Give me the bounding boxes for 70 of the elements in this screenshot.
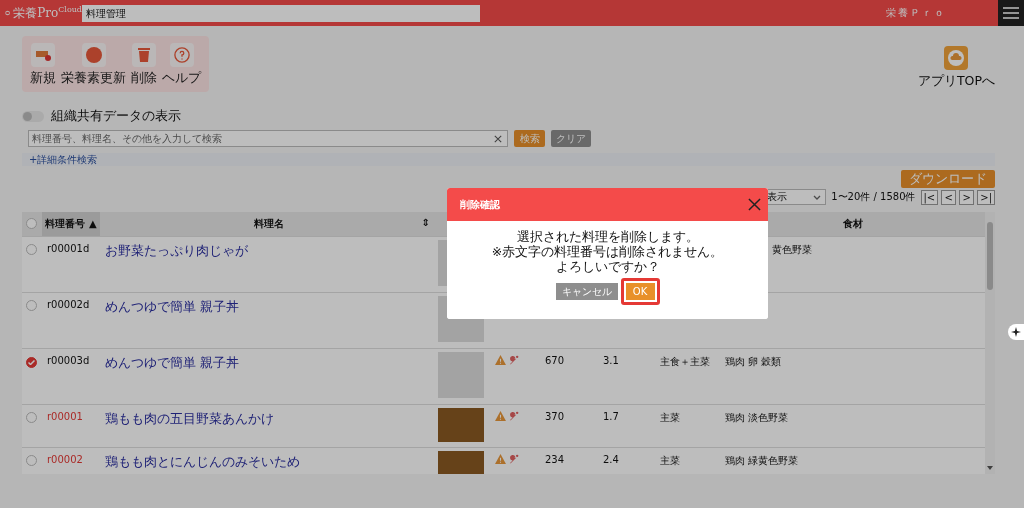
dish-name-link[interactable]: めんつゆで簡単 親子丼 bbox=[105, 355, 239, 370]
dish-name-link[interactable]: お野菜たっぷり肉じゃが bbox=[105, 243, 248, 258]
share-toggle[interactable] bbox=[22, 111, 44, 122]
breadcrumb-field: 料理管理 bbox=[82, 4, 480, 22]
toggle-label: 組織共有データの表示 bbox=[51, 108, 181, 125]
ai-assistant-tab[interactable] bbox=[1008, 324, 1024, 340]
table-cell: 鶏肉 卵 穀類 bbox=[725, 356, 782, 367]
row-checkbox[interactable] bbox=[26, 244, 37, 255]
scrollbar[interactable] bbox=[985, 212, 995, 474]
row-checkbox[interactable] bbox=[26, 300, 37, 311]
user-name: 栄養Ｐｒｏ bbox=[886, 6, 946, 20]
dish-id: r00002d bbox=[47, 299, 90, 310]
sort-icon[interactable]: ⇕ bbox=[421, 217, 430, 228]
dish-id: r00001 bbox=[47, 411, 83, 422]
page-button[interactable]: < bbox=[941, 189, 957, 205]
menu-icon bbox=[1003, 7, 1019, 19]
advanced-search-link[interactable]: +詳細条件検索 bbox=[29, 152, 98, 167]
table-cell: 鶏肉 緑黄色野菜 bbox=[725, 455, 799, 466]
page-button[interactable]: >| bbox=[977, 189, 995, 205]
table-cell: 234 bbox=[545, 454, 565, 465]
row-checkbox[interactable] bbox=[26, 455, 37, 466]
page-range: 1〜20件 / 1580件 bbox=[831, 190, 916, 204]
meat-icon bbox=[508, 454, 519, 465]
menu-button[interactable] bbox=[998, 0, 1024, 26]
toolbar-button[interactable]: 栄養素更新 bbox=[61, 43, 126, 87]
dish-id: r00002 bbox=[47, 454, 83, 465]
row-checkbox[interactable] bbox=[26, 357, 37, 368]
dish-id: r00001d bbox=[47, 243, 90, 254]
close-icon[interactable] bbox=[748, 198, 761, 211]
select-all-checkbox[interactable] bbox=[26, 217, 37, 229]
meat-icon bbox=[508, 411, 519, 422]
table-cell: 370 bbox=[545, 411, 565, 422]
table-cell: 2.4 bbox=[603, 454, 619, 465]
table-cell: 3.1 bbox=[603, 355, 619, 366]
table-cell: 1.7 bbox=[603, 411, 619, 422]
column-header[interactable]: 料理名 bbox=[254, 217, 284, 231]
meat-icon bbox=[508, 355, 519, 366]
sparkle-icon bbox=[1011, 327, 1021, 337]
row-checkbox[interactable] bbox=[26, 412, 37, 423]
dialog-message: よろしいですか？ bbox=[555, 259, 660, 274]
table-cell: 主菜 bbox=[660, 455, 680, 466]
table-cell: 主食＋主菜 bbox=[660, 356, 710, 367]
chevron-down-icon bbox=[813, 194, 822, 200]
dish-name-link[interactable]: めんつゆで簡単 親子丼 bbox=[105, 299, 239, 314]
dialog-message: ※赤文字の料理番号は削除されません。 bbox=[491, 244, 724, 259]
table-cell: 鶏肉 淡色野菜 bbox=[725, 412, 789, 423]
toolbar-button[interactable]: ヘルプ bbox=[162, 43, 201, 87]
dialog-message: 選択された料理を削除します。 bbox=[516, 229, 699, 244]
trash-icon bbox=[138, 48, 150, 62]
app-logo: 栄養Pro$^{Cloud}$ bbox=[13, 4, 82, 22]
dish-id: r00003d bbox=[47, 355, 90, 366]
help-icon bbox=[173, 47, 190, 63]
app-top-button[interactable]: アプリTOPへ bbox=[918, 46, 995, 90]
page-button[interactable]: > bbox=[959, 189, 975, 205]
table-cell: 670 bbox=[545, 355, 565, 366]
pot-icon bbox=[35, 49, 51, 61]
column-header[interactable]: 料理番号 ▲ bbox=[42, 212, 100, 236]
column-header: 食材 bbox=[842, 217, 863, 231]
table-cell: 主菜 bbox=[660, 412, 680, 423]
search-field[interactable]: 料理番号、料理名、その他を入力して検索 bbox=[28, 130, 508, 147]
cloud-icon bbox=[948, 50, 965, 66]
tomato-icon bbox=[85, 47, 102, 63]
dish-name-link[interactable]: 鶏もも肉の五目野菜あんかけ bbox=[105, 411, 274, 426]
scroll-down-icon[interactable] bbox=[987, 466, 993, 470]
dialog-title: 削除確認 bbox=[460, 197, 500, 212]
check-icon bbox=[28, 360, 35, 365]
page-button[interactable]: |< bbox=[920, 189, 939, 205]
dish-name-link[interactable]: 鶏もも肉とにんじんのみそいため bbox=[105, 454, 300, 469]
table-cell: 黄色野菜 bbox=[772, 244, 812, 255]
clear-icon[interactable] bbox=[494, 134, 502, 143]
